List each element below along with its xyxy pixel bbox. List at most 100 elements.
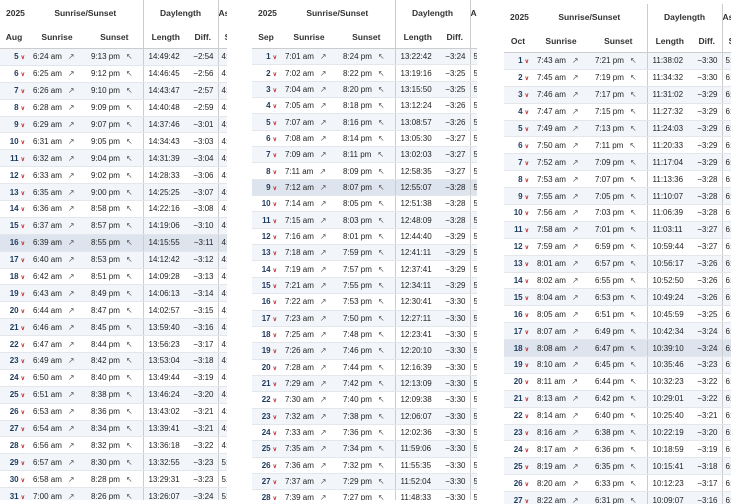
day-cell[interactable]: 27∨	[504, 492, 532, 504]
chevron-down-icon[interactable]: ∨	[273, 415, 277, 421]
day-cell[interactable]: 21∨	[0, 319, 28, 336]
day-cell[interactable]: 31∨	[0, 488, 28, 500]
day-cell[interactable]: 19∨	[252, 343, 280, 359]
chevron-down-icon[interactable]: ∨	[525, 499, 529, 504]
day-cell[interactable]: 11∨	[504, 221, 532, 238]
chevron-down-icon[interactable]: ∨	[525, 414, 529, 420]
day-cell[interactable]: 10∨	[504, 205, 532, 222]
day-cell[interactable]: 8∨	[504, 171, 532, 188]
day-cell[interactable]: 11∨	[252, 212, 280, 228]
day-cell[interactable]: 23∨	[504, 424, 532, 441]
day-cell[interactable]: 25∨	[252, 441, 280, 457]
day-cell[interactable]: 23∨	[0, 353, 28, 370]
chevron-down-icon[interactable]: ∨	[525, 59, 529, 65]
day-cell[interactable]: 22∨	[0, 336, 28, 353]
chevron-down-icon[interactable]: ∨	[273, 349, 277, 355]
chevron-down-icon[interactable]: ∨	[273, 72, 277, 78]
day-cell[interactable]: 9∨	[252, 179, 280, 195]
chevron-down-icon[interactable]: ∨	[273, 202, 277, 208]
chevron-down-icon[interactable]: ∨	[21, 359, 25, 365]
day-cell[interactable]: 17∨	[252, 310, 280, 326]
chevron-down-icon[interactable]: ∨	[21, 309, 25, 315]
day-cell[interactable]: 22∨	[504, 407, 532, 424]
chevron-down-icon[interactable]: ∨	[21, 258, 25, 264]
day-cell[interactable]: 20∨	[252, 359, 280, 375]
chevron-down-icon[interactable]: ∨	[525, 127, 529, 133]
chevron-down-icon[interactable]: ∨	[273, 464, 277, 470]
day-cell[interactable]: 5∨	[504, 120, 532, 137]
day-cell[interactable]: 14∨	[504, 272, 532, 289]
day-cell[interactable]: 12∨	[504, 238, 532, 255]
chevron-down-icon[interactable]: ∨	[21, 478, 25, 484]
chevron-down-icon[interactable]: ∨	[21, 292, 25, 298]
chevron-down-icon[interactable]: ∨	[525, 279, 529, 285]
day-cell[interactable]: 4∨	[504, 103, 532, 120]
chevron-down-icon[interactable]: ∨	[525, 380, 529, 386]
day-cell[interactable]: 8∨	[0, 99, 28, 116]
day-cell[interactable]: 25∨	[0, 386, 28, 403]
chevron-down-icon[interactable]: ∨	[525, 465, 529, 471]
chevron-down-icon[interactable]: ∨	[21, 410, 25, 416]
chevron-down-icon[interactable]: ∨	[273, 480, 277, 486]
day-cell[interactable]: 16∨	[0, 234, 28, 251]
chevron-down-icon[interactable]: ∨	[525, 363, 529, 369]
day-cell[interactable]: 16∨	[252, 294, 280, 310]
day-cell[interactable]: 12∨	[252, 228, 280, 244]
chevron-down-icon[interactable]: ∨	[525, 76, 529, 82]
chevron-down-icon[interactable]: ∨	[21, 157, 25, 163]
chevron-down-icon[interactable]: ∨	[21, 174, 25, 180]
chevron-down-icon[interactable]: ∨	[273, 251, 277, 257]
chevron-down-icon[interactable]: ∨	[273, 431, 277, 437]
day-cell[interactable]: 26∨	[504, 475, 532, 492]
chevron-down-icon[interactable]: ∨	[273, 137, 277, 143]
day-cell[interactable]: 2∨	[504, 69, 532, 86]
day-cell[interactable]: 5∨	[0, 49, 28, 66]
chevron-down-icon[interactable]: ∨	[273, 121, 277, 127]
day-cell[interactable]: 2∨	[252, 65, 280, 81]
day-cell[interactable]: 13∨	[252, 245, 280, 261]
day-cell[interactable]: 9∨	[0, 116, 28, 133]
chevron-down-icon[interactable]: ∨	[525, 211, 529, 217]
chevron-down-icon[interactable]: ∨	[273, 284, 277, 290]
day-cell[interactable]: 27∨	[252, 473, 280, 489]
day-cell[interactable]: 20∨	[0, 302, 28, 319]
chevron-down-icon[interactable]: ∨	[21, 326, 25, 332]
day-cell[interactable]: 30∨	[0, 471, 28, 488]
day-cell[interactable]: 26∨	[252, 457, 280, 473]
chevron-down-icon[interactable]: ∨	[273, 317, 277, 323]
chevron-down-icon[interactable]: ∨	[525, 431, 529, 437]
day-cell[interactable]: 1∨	[252, 49, 280, 65]
chevron-down-icon[interactable]: ∨	[525, 178, 529, 184]
chevron-down-icon[interactable]: ∨	[525, 93, 529, 99]
day-cell[interactable]: 13∨	[0, 184, 28, 201]
chevron-down-icon[interactable]: ∨	[273, 333, 277, 339]
chevron-down-icon[interactable]: ∨	[525, 482, 529, 488]
day-cell[interactable]: 21∨	[504, 390, 532, 407]
chevron-down-icon[interactable]: ∨	[525, 144, 529, 150]
day-cell[interactable]: 15∨	[504, 289, 532, 306]
day-cell[interactable]: 21∨	[252, 375, 280, 391]
chevron-down-icon[interactable]: ∨	[21, 72, 25, 78]
day-cell[interactable]: 6∨	[252, 130, 280, 146]
day-cell[interactable]: 3∨	[504, 86, 532, 103]
chevron-down-icon[interactable]: ∨	[273, 398, 277, 404]
day-cell[interactable]: 22∨	[252, 392, 280, 408]
chevron-down-icon[interactable]: ∨	[273, 300, 277, 306]
chevron-down-icon[interactable]: ∨	[525, 228, 529, 234]
day-cell[interactable]: 9∨	[504, 188, 532, 205]
day-cell[interactable]: 15∨	[0, 217, 28, 234]
day-cell[interactable]: 18∨	[0, 268, 28, 285]
day-cell[interactable]: 17∨	[0, 251, 28, 268]
day-cell[interactable]: 28∨	[252, 490, 280, 500]
chevron-down-icon[interactable]: ∨	[21, 224, 25, 230]
chevron-down-icon[interactable]: ∨	[21, 140, 25, 146]
day-cell[interactable]: 24∨	[504, 441, 532, 458]
chevron-down-icon[interactable]: ∨	[21, 275, 25, 281]
chevron-down-icon[interactable]: ∨	[525, 195, 529, 201]
chevron-down-icon[interactable]: ∨	[21, 106, 25, 112]
day-cell[interactable]: 25∨	[504, 458, 532, 475]
day-cell[interactable]: 10∨	[0, 133, 28, 150]
chevron-down-icon[interactable]: ∨	[21, 461, 25, 467]
chevron-down-icon[interactable]: ∨	[273, 104, 277, 110]
day-cell[interactable]: 18∨	[252, 326, 280, 342]
